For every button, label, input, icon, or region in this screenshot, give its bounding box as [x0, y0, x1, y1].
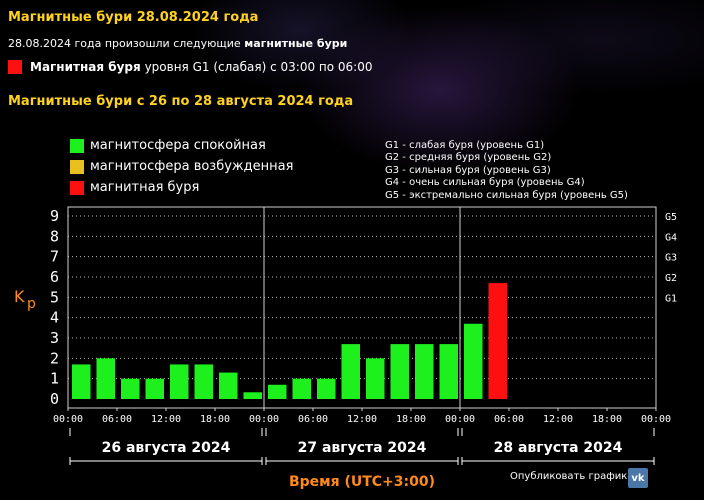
- bar-1: [96, 358, 115, 399]
- vk-share-button[interactable]: vk: [628, 468, 648, 488]
- x-tick-label-11: 18:00: [592, 414, 622, 425]
- y-tick-label-8: 8: [50, 227, 59, 245]
- bar-15: [439, 344, 458, 399]
- bar-12: [366, 358, 385, 399]
- x-tick-label-10: 12:00: [543, 414, 573, 425]
- y-axis-label: K: [14, 287, 25, 306]
- bar-13: [390, 344, 409, 399]
- y-axis-label-sub: p: [27, 296, 36, 312]
- g-tick-label-G5: G5: [665, 212, 677, 223]
- y-tick-label-5: 5: [50, 288, 59, 306]
- bar-3: [145, 378, 164, 399]
- day-label-0: 26 августа 2024: [102, 440, 231, 456]
- bar-0: [72, 364, 91, 399]
- y-tick-label-9: 9: [50, 207, 59, 225]
- x-tick-label-3: 18:00: [200, 414, 230, 425]
- g-tick-label-G4: G4: [665, 232, 677, 243]
- share-label: Опубликовать график:: [510, 471, 631, 482]
- kp-chart: 0 1 2 3 4 5 6 7 8 9 G1 G2 G3 G4 G5 K p 00:00 06:00 12:00 18:…: [14, 206, 677, 490]
- g-tick-label-G3: G3: [665, 253, 677, 264]
- day-label-1: 27 августа 2024: [298, 440, 427, 456]
- bar-6: [219, 372, 238, 399]
- g-tick-label-G1: G1: [665, 293, 677, 304]
- bar-7: [243, 392, 262, 399]
- plot-frame: [67, 206, 657, 409]
- bar-16: [464, 323, 483, 399]
- y-tick-label-3: 3: [50, 329, 59, 347]
- x-tick-label-9: 06:00: [494, 414, 524, 425]
- x-tick-label-6: 12:00: [347, 414, 377, 425]
- bar-2: [121, 378, 140, 399]
- bar-10: [317, 378, 336, 399]
- x-tick-label-2: 12:00: [151, 414, 181, 425]
- bar-5: [194, 364, 213, 399]
- x-tick-label-5: 06:00: [298, 414, 328, 425]
- x-tick-label-12: 00:00: [641, 414, 671, 425]
- x-tick-label-4: 00:00: [249, 414, 279, 425]
- g-tick-label-G2: G2: [665, 273, 677, 284]
- y-tick-label-4: 4: [50, 309, 59, 327]
- day-label-2: 28 августа 2024: [494, 440, 623, 456]
- x-tick-label-1: 06:00: [102, 414, 132, 425]
- y-tick-label-6: 6: [50, 268, 59, 286]
- x-tick-label-8: 00:00: [445, 414, 475, 425]
- y-tick-label-7: 7: [50, 248, 59, 266]
- x-tick-label-0: 00:00: [53, 414, 83, 425]
- vk-icon: vk: [631, 472, 645, 484]
- x-axis-label: Время (UTC+3:00): [289, 474, 435, 490]
- y-tick-label-0: 0: [50, 390, 59, 408]
- y-tick-label-2: 2: [50, 349, 59, 367]
- bar-11: [341, 344, 360, 399]
- x-tick-label-7: 18:00: [396, 414, 426, 425]
- bar-9: [292, 378, 311, 399]
- bar-14: [415, 344, 434, 399]
- y-tick-label-1: 1: [50, 370, 59, 388]
- bar-4: [170, 364, 189, 399]
- bar-8: [268, 384, 287, 399]
- bar-17: [488, 283, 507, 399]
